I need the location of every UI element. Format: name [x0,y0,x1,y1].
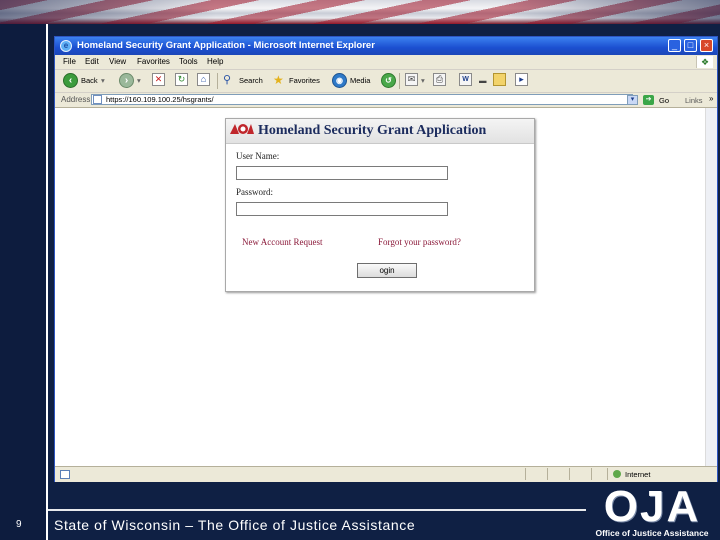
menu-file[interactable]: File [63,57,76,66]
window-titlebar: e Homeland Security Grant Application - … [55,37,717,55]
go-arrow-icon[interactable]: ➔ [643,95,654,105]
menu-view[interactable]: View [109,57,126,66]
edit-word-icon[interactable]: W [459,73,472,86]
minimize-button[interactable]: _ [668,39,681,52]
favorites-label[interactable]: Favorites [289,76,320,85]
login-title: Homeland Security Grant Application [258,123,487,138]
mail-icon[interactable]: ✉ [405,73,418,86]
ie-icon: e [60,40,72,52]
back-icon[interactable]: ‹ [63,73,78,88]
links-more-icon[interactable]: » [709,94,713,103]
flag-banner [0,0,720,24]
back-label[interactable]: Back [81,76,98,85]
messenger-icon[interactable]: ▸ [515,73,528,86]
login-header: Homeland Security Grant Application [226,119,534,144]
favorites-star-icon[interactable]: ★ [273,73,287,89]
print-icon[interactable]: ⎙ [433,73,446,86]
close-button[interactable]: × [700,39,713,52]
media-icon[interactable]: ◉ [332,73,347,88]
menu-tools[interactable]: Tools [179,57,198,66]
menu-favorites[interactable]: Favorites [137,57,170,66]
username-field[interactable] [236,166,448,180]
back-dropdown-icon[interactable]: ▾ [101,76,105,85]
go-button[interactable]: Go [659,96,669,105]
forward-dropdown-icon[interactable]: ▾ [137,76,141,85]
oja-logo: OJA Office of Justice Assistance [587,484,717,540]
windows-logo-icon: ❖ [696,56,713,68]
menu-help[interactable]: Help [207,57,223,66]
login-panel: Homeland Security Grant Application User… [225,118,535,292]
window-title: Homeland Security Grant Application - Mi… [77,40,375,51]
new-account-link[interactable]: New Account Request [242,237,322,247]
search-icon[interactable]: ⚲ [223,73,237,89]
address-bar: Address https://160.109.100.25/hsgrants/… [55,93,717,108]
history-icon[interactable]: ↺ [381,73,396,88]
menu-edit[interactable]: Edit [85,57,99,66]
footer-divider [46,509,586,511]
mail-dropdown-icon[interactable]: ▾ [421,76,425,85]
status-bar: Internet [55,466,717,482]
menu-bar: File Edit View Favorites Tools Help ❖ [55,55,717,70]
slide-footer: State of Wisconsin – The Office of Justi… [54,517,416,533]
stop-icon[interactable]: ✕ [152,73,165,86]
internet-zone-icon [613,470,621,478]
folder-icon[interactable] [493,73,506,86]
slide-left-bar [0,24,48,540]
page-icon [93,95,102,104]
username-label: User Name: [236,151,280,161]
search-label[interactable]: Search [239,76,263,85]
forward-icon[interactable]: › [119,73,134,88]
password-label: Password: [236,187,274,197]
forgot-password-link[interactable]: Forgot your password? [378,237,461,247]
home-icon[interactable]: ⌂ [197,73,210,86]
refresh-icon[interactable]: ↻ [175,73,188,86]
oja-logo-subtext: Office of Justice Assistance [595,528,709,538]
maximize-button[interactable]: □ [684,39,697,52]
discuss-icon[interactable]: ▬ [479,76,487,85]
links-label[interactable]: Links [685,96,703,105]
address-dropdown-icon[interactable]: ▾ [627,95,638,105]
vertical-scrollbar[interactable] [705,108,717,466]
toolbar: ‹ Back ▾ › ▾ ✕ ↻ ⌂ ⚲ Search ★ Favorites … [55,70,717,93]
media-label[interactable]: Media [350,76,370,85]
login-button[interactable]: ogin [357,263,417,278]
slide-number: 9 [16,519,22,530]
address-input[interactable]: https://160.109.100.25/hsgrants/ [91,94,633,105]
page-status-icon [60,470,70,479]
password-field[interactable] [236,202,448,216]
browser-window: e Homeland Security Grant Application - … [54,36,718,482]
zone-label: Internet [625,470,651,479]
oja-logo-text: OJA [603,482,701,531]
oja-seal-icon [230,124,254,134]
address-label: Address [61,95,91,104]
page-content: Homeland Security Grant Application User… [55,108,705,466]
